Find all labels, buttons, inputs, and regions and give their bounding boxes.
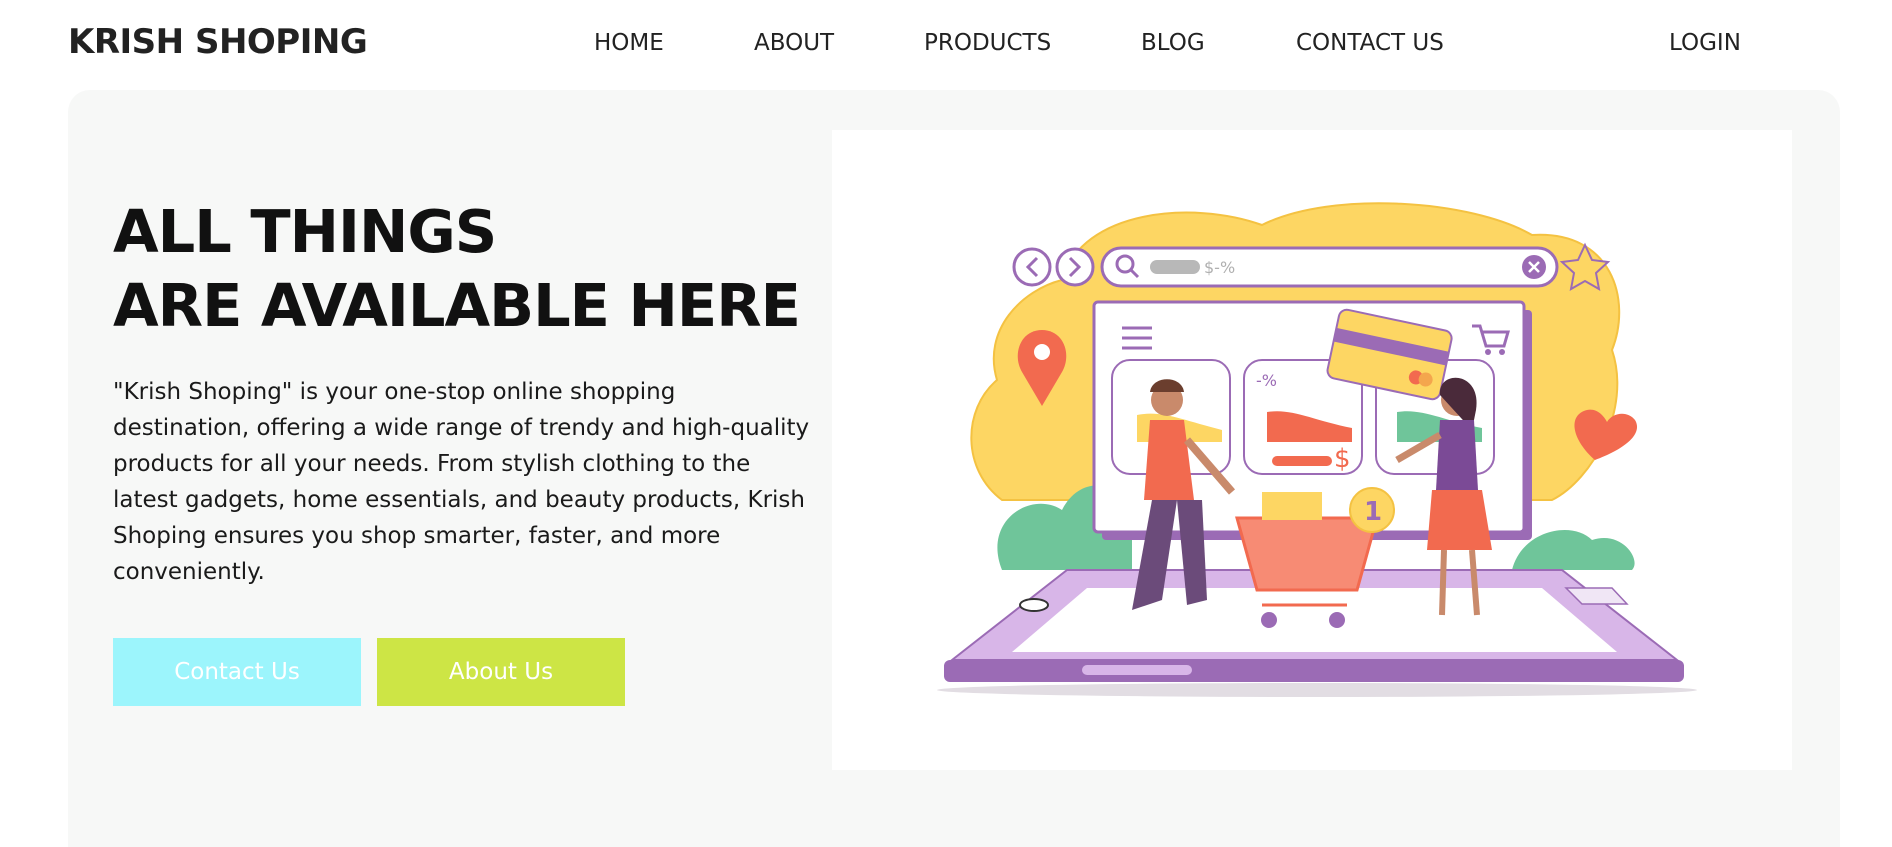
hero-illustration: -% $ $-% 1 (832, 130, 1792, 770)
hero-title: ALL THINGS ARE AVAILABLE HERE (113, 195, 801, 343)
hero-title-line-1: ALL THINGS (113, 197, 497, 266)
contact-us-button[interactable]: Contact Us (113, 638, 361, 706)
nav-link-blog[interactable]: BLOG (1141, 30, 1205, 56)
about-us-button[interactable]: About Us (377, 638, 625, 706)
nav-link-home[interactable]: HOME (594, 30, 664, 56)
nav-link-about[interactable]: ABOUT (754, 30, 834, 56)
cart-count-badge: 1 (1364, 497, 1382, 527)
hero-title-line-2: ARE AVAILABLE HERE (113, 271, 801, 340)
price-symbol: $ (1334, 444, 1351, 474)
top-navbar: KRISH SHOPING HOME ABOUT PRODUCTS BLOG C… (0, 0, 1892, 90)
back-arrow-icon (1012, 247, 1052, 287)
forward-arrow-icon (1055, 247, 1095, 287)
shopping-illustration: -% $ $-% 1 (937, 202, 1697, 697)
search-text: $-% (1204, 258, 1235, 277)
discount-label: -% (1256, 371, 1277, 390)
nav-link-contact-us[interactable]: CONTACT US (1296, 30, 1444, 56)
close-icon (1522, 255, 1546, 279)
nav-link-login[interactable]: LOGIN (1669, 30, 1741, 56)
hero-description: "Krish Shoping" is your one-stop online … (113, 379, 810, 585)
nav-links: HOME ABOUT PRODUCTS BLOG CONTACT US LOGI… (0, 30, 1892, 60)
nav-link-products[interactable]: PRODUCTS (924, 30, 1051, 56)
